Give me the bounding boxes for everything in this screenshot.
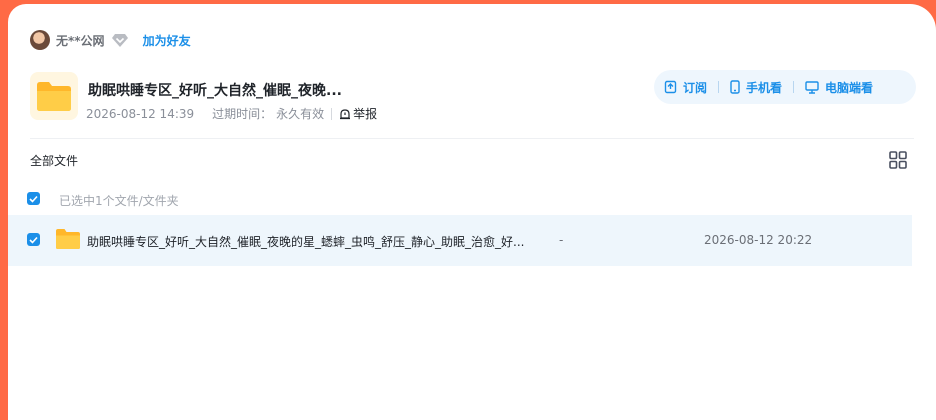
diamond-icon <box>111 34 128 47</box>
share-meta: 2026-08-12 14:39 过期时间： 永久有效 举报 <box>86 105 377 122</box>
report-label: 举报 <box>353 107 378 121</box>
actions-divider <box>793 81 795 93</box>
mobile-label: 手机看 <box>746 80 783 95</box>
username: 无**公网 <box>56 33 105 48</box>
pc-label: 电脑端看 <box>825 80 874 95</box>
grid-view-icon[interactable] <box>888 150 908 170</box>
breadcrumb[interactable]: 全部文件 <box>30 152 78 169</box>
row-checkbox[interactable] <box>27 233 40 246</box>
folder-icon <box>56 229 80 249</box>
subscribe-label: 订阅 <box>683 80 708 95</box>
share-title: 助眠哄睡专区_好听_大自然_催眠_夜晚... <box>88 83 342 99</box>
file-date: 2026-08-12 20:22 <box>704 233 813 247</box>
selection-status: 已选中1个文件/文件夹 <box>59 194 179 208</box>
meta-divider <box>331 107 333 120</box>
expire-value: 永久有效 <box>276 107 325 121</box>
share-page: 无**公网 加为好友 助眠哄睡专区_好听_大自然_催眠_夜晚... 2026-0… <box>8 4 936 420</box>
file-name[interactable]: 助眠哄睡专区_好听_大自然_催眠_夜晚的星_蟋蟀_虫鸣_舒压_静心_助眠_治愈_… <box>87 233 524 250</box>
add-friend-link[interactable]: 加为好友 <box>143 32 191 49</box>
expire-label: 过期时间： <box>212 107 273 121</box>
view-on-mobile-button[interactable]: 手机看 <box>730 79 782 96</box>
actions-divider <box>718 81 720 93</box>
subscribe-button[interactable]: 订阅 <box>664 79 707 96</box>
header-divider <box>30 138 914 139</box>
monitor-icon <box>805 80 819 94</box>
checkbox-checked-icon <box>29 236 38 244</box>
view-on-pc-button[interactable]: 电脑端看 <box>805 79 873 96</box>
avatar[interactable] <box>30 30 50 50</box>
checkbox-checked-icon <box>29 195 38 203</box>
alert-icon <box>340 108 351 119</box>
select-all-checkbox[interactable] <box>27 192 40 205</box>
sharer-info: 无**公网 加为好友 <box>30 28 191 52</box>
folder-icon <box>37 82 71 111</box>
file-size: - <box>559 233 564 247</box>
share-date: 2026-08-12 14:39 <box>86 106 195 121</box>
share-actions-bar: 订阅 手机看 电脑端看 <box>654 70 916 104</box>
file-row[interactable]: 助眠哄睡专区_好听_大自然_催眠_夜晚的星_蟋蟀_虫鸣_舒压_静心_助眠_治愈_… <box>8 215 912 266</box>
report-link[interactable]: 举报 <box>339 105 377 122</box>
share-folder-icon <box>30 72 78 120</box>
phone-icon <box>730 80 740 94</box>
subscribe-icon <box>664 80 677 94</box>
